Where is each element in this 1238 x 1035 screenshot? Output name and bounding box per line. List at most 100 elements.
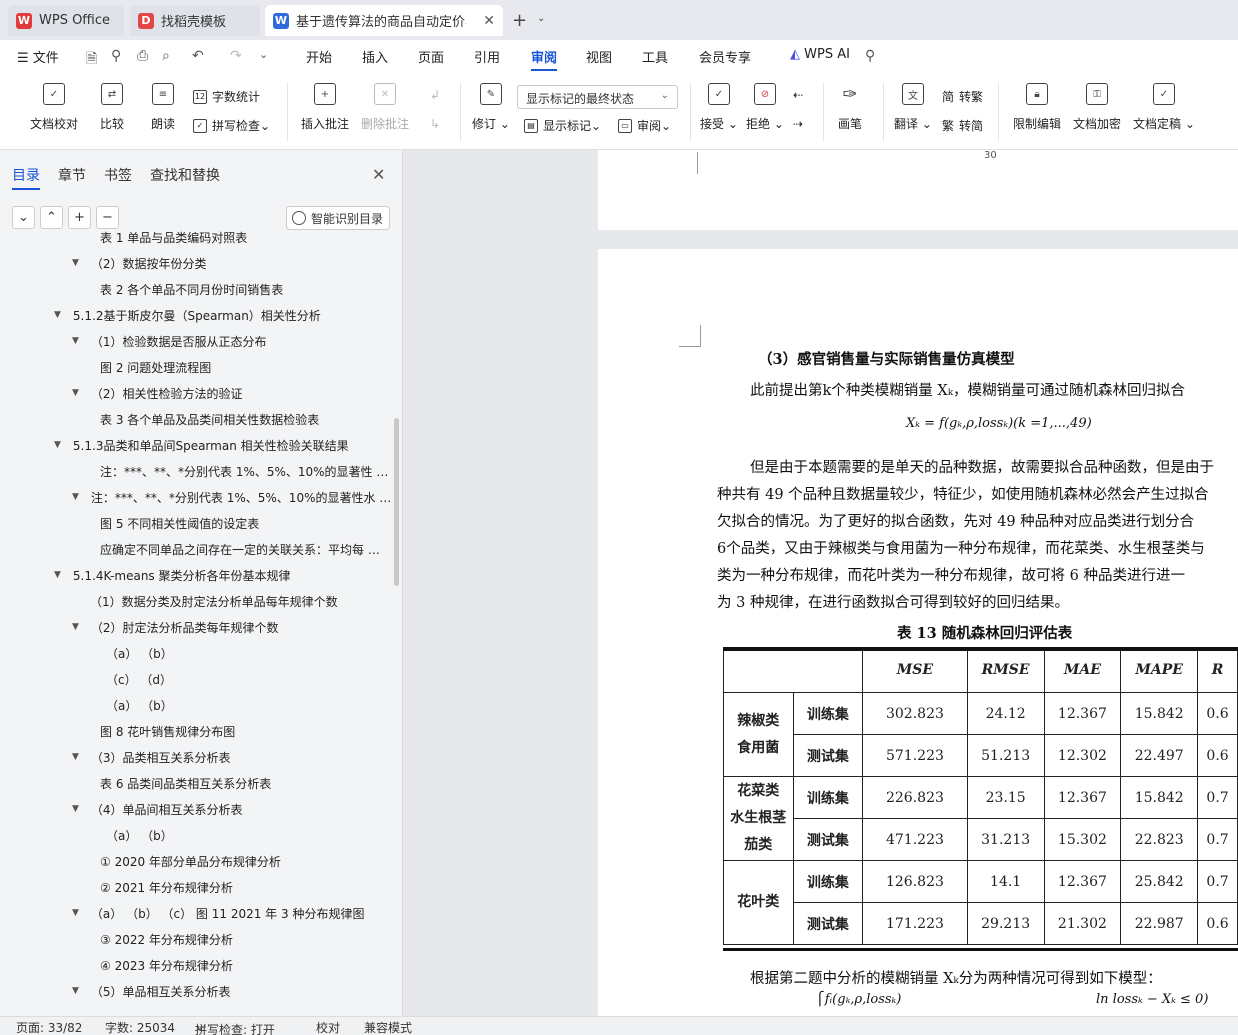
expand-arrow-icon[interactable]: ▼ bbox=[72, 908, 79, 918]
menu-insert[interactable]: 插入 bbox=[362, 47, 388, 66]
previous-change-icon[interactable]: ⇠ bbox=[793, 88, 803, 102]
toc-item[interactable]: 表 6 品类间品类相互关系分析表 bbox=[100, 770, 271, 796]
menu-member[interactable]: 会员专享 bbox=[699, 47, 751, 66]
toc-item[interactable]: ④ 2023 年分布规律分析 bbox=[100, 952, 233, 978]
undo-icon[interactable]: ↶ bbox=[192, 48, 204, 64]
toc-item[interactable]: ▼ 5.1.3品类和单品间Spearman 相关性检验关联结果 bbox=[54, 432, 349, 458]
print-icon[interactable]: ⎙ bbox=[137, 48, 148, 64]
nav-tab-toc[interactable]: 目录 bbox=[12, 165, 40, 185]
encrypt-button[interactable]: ⚿ 文档加密 bbox=[1073, 83, 1121, 132]
toc-item[interactable]: ③ 2022 年分布规律分析 bbox=[100, 926, 233, 952]
nav-tab-chapters[interactable]: 章节 bbox=[58, 165, 86, 185]
toc-item[interactable]: 表 3 各个单品及品类间相关性数据检验表 bbox=[100, 406, 319, 432]
toc-item[interactable]: ▼ （2）肘定法分析品类每年规律个数 bbox=[72, 614, 279, 640]
review-pane-button[interactable]: ▭ 审阅 ⌄ bbox=[618, 117, 671, 134]
nav-tab-find-replace[interactable]: 查找和替换 bbox=[150, 165, 220, 185]
collapse-icon[interactable]: ⌄ bbox=[12, 206, 35, 229]
word-count-indicator[interactable]: 字数: 25034 bbox=[105, 1019, 175, 1035]
compare-button[interactable]: ⇄ 比较 bbox=[100, 83, 124, 132]
next-change-icon[interactable]: ⇢ bbox=[793, 117, 803, 131]
file-menu[interactable]: ☰ 文件 bbox=[17, 47, 59, 66]
word-count-button[interactable]: 12 字数统计 bbox=[193, 88, 260, 105]
toc-item[interactable]: （a） （b） bbox=[106, 640, 173, 666]
expand-arrow-icon[interactable]: ▼ bbox=[72, 804, 79, 814]
markup-state-dropdown[interactable]: 显示标记的最终状态 ⌄ bbox=[517, 85, 678, 109]
proof-indicator[interactable]: 校对 bbox=[316, 1019, 340, 1035]
expand-arrow-icon[interactable]: ▼ bbox=[54, 570, 61, 580]
toc-item[interactable]: ▼ （5）单品相互关系分析表 bbox=[72, 978, 231, 1004]
toc-item[interactable]: ▼ 注：***、**、*分别代表 1%、5%、10%的显著性水 … bbox=[72, 484, 391, 510]
toc-item[interactable]: ▼ （2）相关性检验方法的验证 bbox=[72, 380, 243, 406]
menu-reference[interactable]: 引用 bbox=[474, 47, 500, 66]
track-changes-button[interactable]: ✎ 修订 ⌄ bbox=[472, 83, 510, 132]
show-markup-button[interactable]: ▤ 显示标记 ⌄ bbox=[524, 117, 601, 134]
tab-wps-office[interactable]: W WPS Office bbox=[8, 5, 124, 36]
expand-arrow-icon[interactable]: ▼ bbox=[54, 440, 61, 450]
more-icon[interactable]: ⌄ bbox=[259, 48, 268, 61]
redo-icon[interactable]: ↷ bbox=[230, 48, 242, 64]
toc-item[interactable]: ▼ （4）单品间相互关系分析表 bbox=[72, 796, 243, 822]
close-icon[interactable]: ✕ bbox=[372, 165, 385, 184]
toc-item[interactable]: ① 2020 年部分单品分布规律分析 bbox=[100, 848, 281, 874]
smart-toc-button[interactable]: 智能识别目录 bbox=[286, 206, 390, 230]
toc-item[interactable]: ▼ 5.1.2基于斯皮尔曼（Spearman）相关性分析 bbox=[54, 302, 321, 328]
menu-tools[interactable]: 工具 bbox=[642, 47, 668, 66]
toc-item[interactable]: （a） （b） bbox=[106, 822, 173, 848]
add-icon[interactable]: + bbox=[68, 206, 91, 229]
toc-item[interactable]: 图 8 花叶销售规律分布图 bbox=[100, 718, 235, 744]
toc-item[interactable]: ▼ （2）数据按年份分类 bbox=[72, 250, 207, 276]
translate-button[interactable]: 文翻译 ⌄ bbox=[894, 83, 932, 132]
toc-item[interactable]: ▼ 5.1.4K-means 聚类分析各年份基本规律 bbox=[54, 562, 291, 588]
wps-ai-button[interactable]: ◭ WPS AI bbox=[790, 47, 850, 62]
nav-tab-bookmarks[interactable]: 书签 bbox=[104, 165, 132, 185]
insert-comment-button[interactable]: + 插入批注 bbox=[301, 83, 349, 132]
expand-arrow-icon[interactable]: ▼ bbox=[72, 986, 79, 996]
to-traditional-button[interactable]: 简转繁 bbox=[942, 88, 983, 105]
tab-document[interactable]: W 基于遗传算法的商品自动定价与 ✕ bbox=[265, 5, 503, 36]
toc-item[interactable]: 图 5 不同相关性阈值的设定表 bbox=[100, 510, 259, 536]
reject-button[interactable]: ⊘ 拒绝 ⌄ bbox=[746, 83, 784, 132]
page-indicator[interactable]: 页面: 33/82 bbox=[16, 1019, 82, 1035]
close-tab-icon[interactable]: ✕ bbox=[483, 13, 495, 29]
doc-check-button[interactable]: ✓ 文档校对 bbox=[30, 83, 78, 132]
toc-item[interactable]: ▼ （1）检验数据是否服从正态分布 bbox=[72, 328, 267, 354]
toc-item[interactable]: ▼ （a） （b） （c） 图 11 2021 年 3 种分布规律图 bbox=[72, 900, 364, 926]
toc-item[interactable]: （a） （b） bbox=[106, 692, 173, 718]
toc-item[interactable]: （1）数据分类及肘定法分析单品每年规律个数 bbox=[90, 588, 338, 614]
read-aloud-button[interactable]: ≡ 朗读 bbox=[151, 83, 175, 132]
delete-comment-button[interactable]: ✕ 删除批注 bbox=[361, 83, 409, 132]
toc-item[interactable]: 表 1 单品与品类编码对照表 bbox=[100, 224, 247, 250]
toc-item[interactable]: 表 2 各个单品不同月份时间销售表 bbox=[100, 276, 283, 302]
toc-item[interactable]: 图 2 问题处理流程图 bbox=[100, 354, 211, 380]
next-comment-icon[interactable]: ↳ bbox=[430, 117, 440, 131]
spell-check-button[interactable]: ✓ 拼写检查 ⌄ bbox=[193, 117, 270, 134]
share-icon[interactable]: ⚲ bbox=[111, 48, 121, 64]
expand-arrow-icon[interactable]: ▼ bbox=[72, 258, 79, 268]
menu-view[interactable]: 视图 bbox=[586, 47, 612, 66]
expand-icon[interactable]: ⌃ bbox=[40, 206, 63, 229]
expand-arrow-icon[interactable]: ▼ bbox=[72, 492, 79, 502]
search-icon[interactable]: ⚲ bbox=[865, 48, 875, 64]
scrollbar[interactable] bbox=[394, 418, 399, 586]
print-preview-icon[interactable]: ⌕ bbox=[162, 48, 170, 64]
toc-item[interactable]: ▼ （3）品类相互关系分析表 bbox=[72, 744, 231, 770]
previous-comment-icon[interactable]: ↲ bbox=[430, 88, 440, 102]
chevron-down-icon[interactable]: ⌄ bbox=[537, 13, 545, 24]
menu-page[interactable]: 页面 bbox=[418, 47, 444, 66]
restrict-edit-button[interactable]: 🔒︎ 限制编辑 bbox=[1013, 83, 1061, 132]
new-tab-icon[interactable]: + bbox=[512, 10, 527, 31]
expand-arrow-icon[interactable]: ▼ bbox=[54, 310, 61, 320]
menu-review[interactable]: 审阅 bbox=[531, 47, 557, 66]
expand-arrow-icon[interactable]: ▼ bbox=[72, 388, 79, 398]
spell-check-indicator[interactable]: 拼写检查: 打开 ⌄ bbox=[195, 1019, 275, 1035]
toc-item[interactable]: 注：***、**、*分别代表 1%、5%、10%的显著性 … bbox=[100, 458, 388, 484]
save-icon[interactable]: 🗎 bbox=[86, 48, 97, 72]
toc-item[interactable]: 应确定不同单品之间存在一定的关联关系：平均每 … bbox=[100, 536, 380, 562]
tab-docer[interactable]: D 找稻壳模板 bbox=[130, 5, 260, 36]
pen-button[interactable]: ✑ 画笔 bbox=[838, 83, 862, 132]
toc-item[interactable]: （c） （d） bbox=[106, 666, 172, 692]
expand-arrow-icon[interactable]: ▼ bbox=[72, 752, 79, 762]
finalize-button[interactable]: ✓ 文档定稿 ⌄ bbox=[1133, 83, 1195, 132]
accept-button[interactable]: ✓ 接受 ⌄ bbox=[700, 83, 738, 132]
expand-arrow-icon[interactable]: ▼ bbox=[72, 622, 79, 632]
